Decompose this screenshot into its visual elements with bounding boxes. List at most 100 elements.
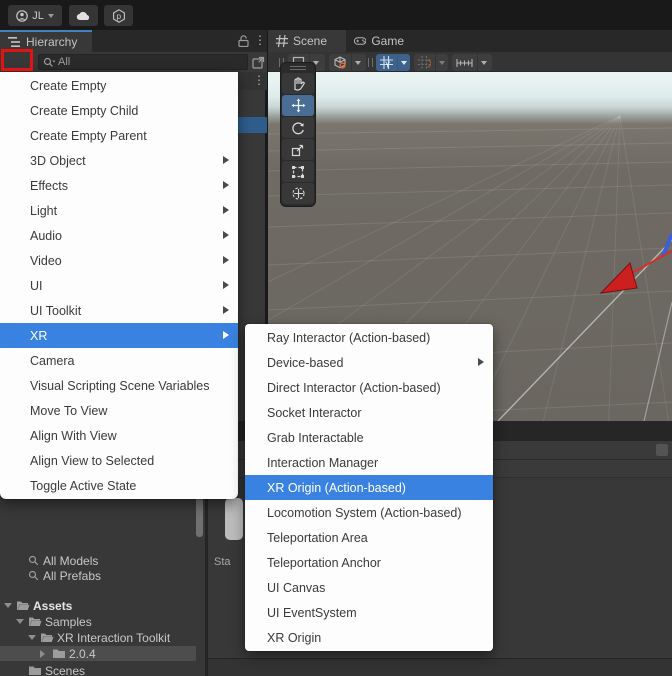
grid-axis-icon: Y bbox=[380, 56, 393, 69]
rotate-tool-button[interactable] bbox=[282, 117, 314, 138]
project-path-bar bbox=[208, 658, 672, 676]
lock-icon[interactable] bbox=[238, 35, 249, 47]
tab-game-label: Game bbox=[371, 34, 404, 48]
hierarchy-menu-kebab-icon[interactable]: ⋮ bbox=[254, 34, 266, 46]
tab-game[interactable]: Game bbox=[346, 30, 412, 52]
transform-tool-icon bbox=[291, 187, 305, 200]
tab-scene[interactable]: Scene bbox=[268, 30, 346, 52]
menu-item-ui[interactable]: UI bbox=[0, 273, 238, 298]
tree-item-2-0-4[interactable]: 2.0.4 bbox=[0, 646, 196, 661]
menu-item-video[interactable]: Video bbox=[0, 248, 238, 273]
submenu-item-xr-origin[interactable]: XR Origin bbox=[245, 625, 493, 650]
tree-item-scenes[interactable]: Scenes bbox=[0, 663, 205, 676]
tree-item-xr-interaction-toolkit[interactable]: XR Interaction Toolkit bbox=[0, 630, 205, 645]
foldout-closed-icon[interactable] bbox=[40, 649, 45, 658]
tree-item-samples[interactable]: Samples bbox=[0, 614, 205, 629]
submenu-arrow-icon bbox=[223, 156, 229, 164]
tool-palette-drag-handle[interactable] bbox=[281, 63, 315, 72]
tree-scrollbar-thumb[interactable] bbox=[196, 497, 203, 537]
submenu-arrow-icon bbox=[223, 231, 229, 239]
menu-item-3d-object[interactable]: 3D Object bbox=[0, 148, 238, 173]
grid-major-line bbox=[497, 239, 672, 421]
menu-item-ui-toolkit[interactable]: UI Toolkit bbox=[0, 298, 238, 323]
folder-icon bbox=[53, 649, 65, 658]
grid-size-caret[interactable] bbox=[477, 54, 489, 71]
submenu-item-teleportation-anchor[interactable]: Teleportation Anchor bbox=[245, 550, 493, 575]
folder-icon bbox=[29, 666, 41, 675]
menu-item-effects[interactable]: Effects bbox=[0, 173, 238, 198]
submenu-arrow-icon bbox=[223, 206, 229, 214]
favorite-all-models[interactable]: All Models bbox=[0, 553, 205, 568]
project-options-button[interactable] bbox=[656, 444, 668, 456]
foldout-open-icon[interactable] bbox=[4, 603, 12, 608]
submenu-item-device-based[interactable]: Device-based bbox=[245, 350, 493, 375]
snap-grid-icon bbox=[418, 56, 431, 69]
submenu-arrow-icon bbox=[223, 256, 229, 264]
menu-item-xr[interactable]: XR bbox=[0, 323, 238, 348]
asset-icon[interactable] bbox=[225, 498, 243, 540]
submenu-item-direct-interactor[interactable]: Direct Interactor (Action-based) bbox=[245, 375, 493, 400]
submenu-arrow-icon bbox=[223, 331, 229, 339]
snap-increment-button[interactable] bbox=[414, 54, 448, 71]
menu-item-create-empty-parent[interactable]: Create Empty Parent bbox=[0, 123, 238, 148]
rect-tool-icon bbox=[292, 165, 304, 178]
menu-item-create-empty[interactable]: Create Empty bbox=[0, 73, 238, 98]
hierarchy-search-input[interactable]: All bbox=[38, 54, 248, 70]
gizmo-red-axis-cone[interactable] bbox=[599, 262, 638, 294]
hierarchy-toolbar: + All bbox=[0, 52, 267, 120]
scene-visibility-button[interactable] bbox=[329, 54, 366, 71]
move-tool-icon bbox=[291, 98, 305, 113]
gizmo-red-axis-line[interactable] bbox=[629, 250, 672, 275]
cloud-button[interactable] bbox=[69, 5, 98, 26]
submenu-item-teleportation-area[interactable]: Teleportation Area bbox=[245, 525, 493, 550]
svg-text:p: p bbox=[116, 11, 121, 21]
grid-size-button[interactable] bbox=[452, 54, 492, 71]
favorite-all-prefabs[interactable]: All Prefabs bbox=[0, 568, 205, 583]
menu-item-visual-scripting-scene-variables[interactable]: Visual Scripting Scene Variables bbox=[0, 373, 238, 398]
account-button[interactable]: JL bbox=[8, 5, 62, 26]
folder-open-icon bbox=[17, 601, 30, 610]
svg-text:Y: Y bbox=[385, 61, 391, 70]
submenu-item-ui-canvas[interactable]: UI Canvas bbox=[245, 575, 493, 600]
scene-view-toolbar: Y bbox=[268, 52, 672, 72]
game-gamepad-icon bbox=[354, 37, 367, 45]
submenu-item-locomotion-system[interactable]: Locomotion System (Action-based) bbox=[245, 500, 493, 525]
menu-item-audio[interactable]: Audio bbox=[0, 223, 238, 248]
menu-item-align-view-to-selected[interactable]: Align View to Selected bbox=[0, 448, 238, 473]
scene-header-kebab-icon[interactable]: ⋮ bbox=[253, 74, 265, 86]
foldout-open-icon[interactable] bbox=[28, 635, 36, 640]
move-tool-button[interactable] bbox=[282, 95, 314, 116]
scene-grid-icon bbox=[276, 35, 288, 47]
foldout-open-icon[interactable] bbox=[16, 619, 24, 624]
tree-item-assets[interactable]: Assets bbox=[0, 598, 205, 613]
picker-popout-icon[interactable] bbox=[252, 56, 265, 69]
rotate-tool-icon bbox=[292, 121, 304, 134]
submenu-item-ray-interactor[interactable]: Ray Interactor (Action-based) bbox=[245, 325, 493, 350]
grid-visibility-caret[interactable] bbox=[397, 54, 409, 71]
scene-visibility-caret[interactable] bbox=[351, 54, 363, 71]
hand-tool-icon bbox=[294, 76, 305, 91]
submenu-item-socket-interactor[interactable]: Socket Interactor bbox=[245, 400, 493, 425]
overlay-drag-handle-2[interactable] bbox=[368, 58, 373, 67]
hand-tool-button[interactable] bbox=[282, 73, 314, 94]
menu-item-create-empty-child[interactable]: Create Empty Child bbox=[0, 98, 238, 123]
grid-visibility-button[interactable]: Y bbox=[376, 54, 410, 71]
rect-tool-button[interactable] bbox=[282, 161, 314, 182]
search-icon bbox=[28, 555, 39, 566]
submenu-item-ui-eventsystem[interactable]: UI EventSystem bbox=[245, 600, 493, 625]
menu-item-camera[interactable]: Camera bbox=[0, 348, 238, 373]
tab-hierarchy[interactable]: Hierarchy bbox=[0, 30, 92, 52]
submenu-item-xr-origin-action-based[interactable]: XR Origin (Action-based) bbox=[245, 475, 493, 500]
account-icon bbox=[16, 9, 28, 22]
menu-item-align-with-view[interactable]: Align With View bbox=[0, 423, 238, 448]
scale-tool-button[interactable] bbox=[282, 139, 314, 160]
snap-increment-caret[interactable] bbox=[435, 54, 447, 71]
plastic-scm-button[interactable]: p bbox=[104, 5, 133, 26]
submenu-item-grab-interactable[interactable]: Grab Interactable bbox=[245, 425, 493, 450]
menu-item-light[interactable]: Light bbox=[0, 198, 238, 223]
plastic-scm-icon: p bbox=[112, 8, 125, 23]
menu-item-move-to-view[interactable]: Move To View bbox=[0, 398, 238, 423]
menu-item-toggle-active-state[interactable]: Toggle Active State bbox=[0, 473, 238, 498]
submenu-item-interaction-manager[interactable]: Interaction Manager bbox=[245, 450, 493, 475]
transform-tool-button[interactable] bbox=[282, 183, 314, 204]
